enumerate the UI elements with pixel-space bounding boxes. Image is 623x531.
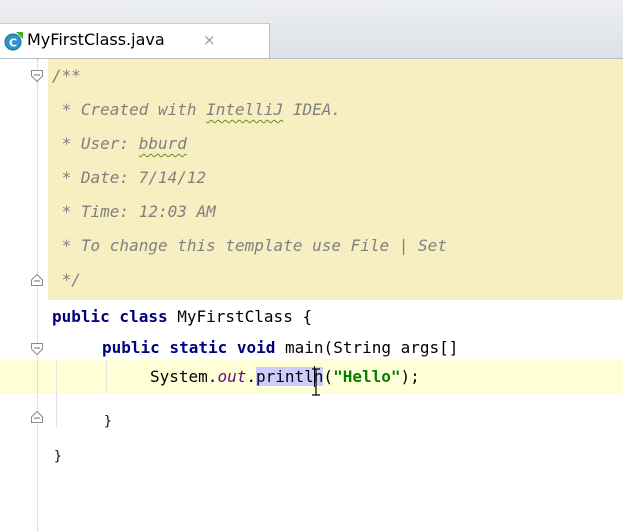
svg-text:C: C (9, 37, 17, 50)
ibeam-cursor-icon (312, 368, 320, 396)
code-text: } (104, 414, 112, 429)
static-field: out (217, 367, 247, 386)
tab-close-icon[interactable]: × (203, 31, 216, 49)
code-line: public class MyFirstClass { (52, 300, 312, 334)
code-text: System. (150, 367, 218, 386)
code-line: } (104, 405, 112, 439)
code-line: * User: bburd (52, 127, 187, 161)
code-line: * Time: 12:03 AM (52, 195, 216, 229)
fold-collapse-icon[interactable] (31, 343, 43, 355)
code-text: */ (52, 270, 81, 289)
java-class-icon: C (4, 31, 24, 51)
code-line: } (54, 440, 62, 474)
code-text: } (54, 449, 62, 464)
code-line: * Created with IntelliJ IDEA. (52, 93, 341, 127)
code-text: IDEA. (283, 100, 341, 119)
editor-tab-bar: C MyFirstClass.java × (0, 0, 623, 59)
spelling-typo: IntelliJ (206, 100, 284, 119)
editor-tab-myfirstclass[interactable]: C MyFirstClass.java × (0, 23, 270, 58)
code-line: System.out.println("Hello"); (150, 360, 420, 394)
spelling-typo: bburd (138, 134, 187, 153)
string-literal: "Hello" (333, 367, 401, 386)
indent-guide (106, 360, 107, 394)
code-text: ( (323, 367, 334, 386)
code-line: * Date: 7/14/12 (52, 161, 207, 195)
ide-editor-window: C MyFirstClass.java × /** * Created with… (0, 0, 623, 531)
code-text: * User: (52, 134, 139, 153)
code-line: * To change this template use File | Set (52, 229, 447, 263)
code-text: main(String args[] (275, 338, 459, 357)
code-editor[interactable]: /** * Created with IntelliJ IDEA. * User… (0, 59, 623, 531)
code-line: */ (52, 263, 81, 297)
fold-end-icon[interactable] (31, 274, 43, 286)
code-text: . (246, 367, 256, 386)
fold-end-icon[interactable] (31, 411, 43, 423)
keyword: public class (52, 307, 168, 326)
gutter-fold-line (37, 59, 38, 531)
code-text: * Time: 12:03 AM (52, 202, 216, 221)
keyword: public static void (102, 338, 276, 357)
code-text: * Created with (52, 100, 207, 119)
code-text: /** (52, 66, 81, 85)
code-text: MyFirstClass { (167, 307, 313, 326)
tab-title: MyFirstClass.java (27, 30, 165, 49)
code-text: * Date: 7/14/12 (52, 168, 207, 187)
code-text: * To change this template use File | Set (52, 236, 447, 255)
indent-guide (56, 360, 57, 428)
code-text: ); (400, 367, 420, 386)
code-line: /** (52, 59, 81, 93)
fold-collapse-icon[interactable] (31, 70, 43, 82)
